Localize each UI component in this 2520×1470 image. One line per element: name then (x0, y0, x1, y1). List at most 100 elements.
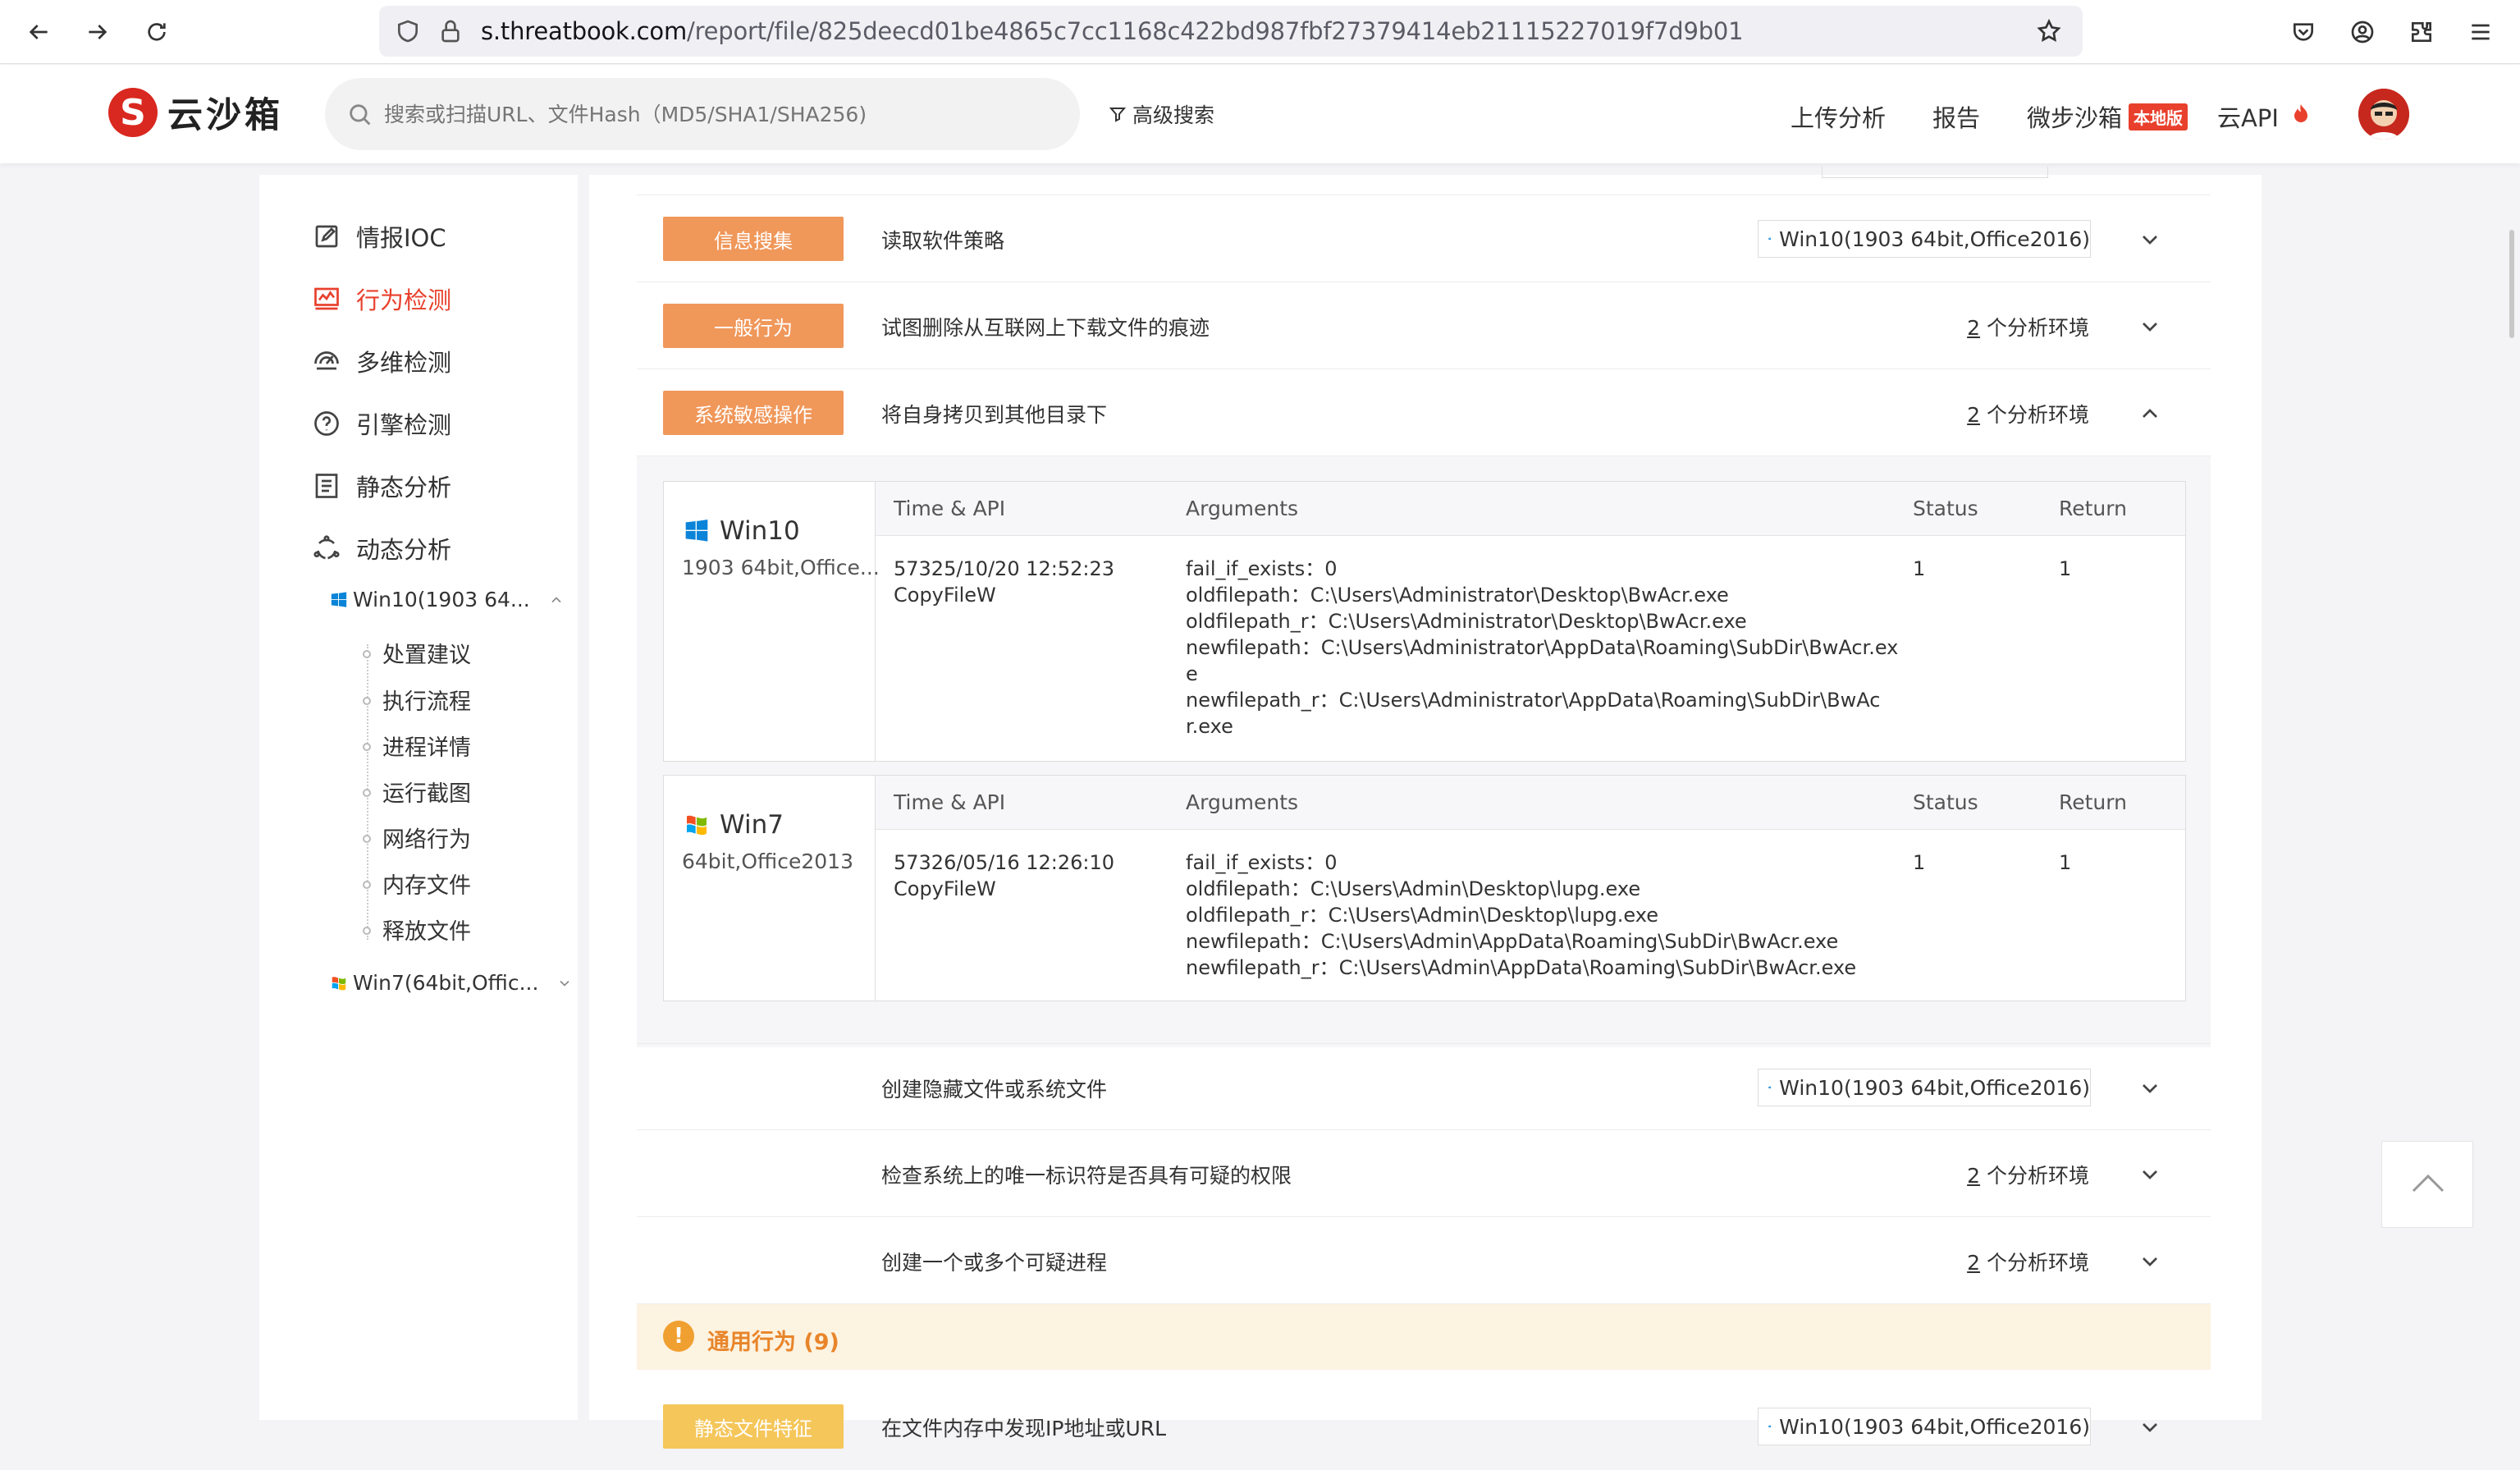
behavior-row[interactable]: 信息搜集 读取软件策略 Win10(1903 64bit,Office2016) (637, 195, 2211, 282)
env-badge: Win10(1903 64bit,Office2016) (1758, 1069, 2091, 1106)
sidebar-sub-network[interactable]: 网络行为 (382, 822, 471, 854)
env-count-suffix: 个分析环境 (1980, 1164, 2089, 1188)
category-tag: 静态文件特征 (663, 1404, 844, 1449)
behavior-row[interactable]: 检查系统上的唯一标识符是否具有可疑的权限 2 个分析环境 (637, 1130, 2211, 1217)
nav-api-label: 云API (2217, 104, 2279, 132)
chevron-down-icon[interactable] (2137, 227, 2163, 253)
tree-dot (363, 881, 371, 889)
chevron-down-icon[interactable] (2137, 1075, 2163, 1101)
header-return: Return (2059, 790, 2127, 814)
tree-dot (363, 927, 371, 935)
shield-icon[interactable] (391, 14, 425, 48)
os-version: 64bit,Office2013 (682, 849, 853, 873)
windows10-icon (685, 520, 708, 542)
tree-dot (363, 697, 371, 705)
env-count[interactable]: 2 个分析环境 (1967, 312, 2089, 341)
avatar[interactable] (2358, 89, 2409, 140)
sidebar-item-ioc[interactable]: 情报IOC (312, 219, 446, 254)
return-cell: 1 (2059, 557, 2072, 580)
sidebar-env-win10[interactable]: Win10(1903 64... (330, 588, 565, 611)
nav-upload[interactable]: 上传分析 (1791, 99, 1886, 134)
behavior-row[interactable]: 一般行为 试图删除从互联网上下载文件的痕迹 2 个分析环境 (637, 282, 2211, 369)
scrollbar[interactable] (2509, 230, 2514, 338)
url-text[interactable]: s.threatbook.com/report/file/825deecd01b… (481, 17, 1744, 45)
sidebar-item-static[interactable]: 静态分析 (312, 469, 451, 503)
windows10-icon (331, 591, 347, 607)
search-box[interactable] (325, 78, 1080, 150)
logo[interactable]: S 云沙箱 (108, 88, 283, 137)
windows7-icon (332, 976, 346, 990)
os-label: Win7 (720, 810, 784, 840)
sidebar-item-dynamic[interactable]: 动态分析 (312, 531, 451, 566)
back-icon[interactable] (21, 15, 56, 49)
sidebar-sub-screenshot[interactable]: 运行截图 (382, 776, 471, 808)
back-to-top-button[interactable] (2381, 1141, 2473, 1228)
env-badge: Win10(1903 64bit,Office2016) (1758, 1408, 2091, 1445)
sidebar: 情报IOC 行为检测 多维检测 引擎检测 静态分析 动态分析 Win10(190… (259, 175, 578, 1420)
sidebar-sub-dropped[interactable]: 释放文件 (382, 914, 471, 946)
sidebar-item-behavior[interactable]: 行为检测 (312, 282, 451, 316)
address-bar[interactable]: s.threatbook.com/report/file/825deecd01b… (379, 6, 2083, 57)
account-icon[interactable] (2345, 15, 2380, 49)
env-count[interactable]: 2 个分析环境 (1967, 399, 2089, 428)
sidebar-sub-advice[interactable]: 处置建议 (382, 637, 471, 669)
call-time: 57326/05/16 12:26:10 (894, 851, 1115, 874)
env-count[interactable]: 2 个分析环境 (1967, 1160, 2089, 1189)
arg-line: newfilepath_r：C:\Users\Administrator\App… (1186, 689, 1881, 712)
env-label: Win10(1903 64... (353, 588, 530, 611)
sidebar-item-multi[interactable]: 多维检测 (312, 344, 451, 378)
nav-api[interactable]: 云API (2217, 99, 2311, 134)
sidebar-item-engine[interactable]: 引擎检测 (312, 406, 451, 441)
arg-line: oldfilepath_r：C:\Users\Administrator\Des… (1186, 610, 1747, 633)
advanced-search-link[interactable]: 高级搜索 (1108, 99, 1214, 129)
behavior-text: 创建隐藏文件或系统文件 (881, 1078, 1108, 1101)
chevron-down-icon[interactable] (2137, 1248, 2163, 1275)
behavior-text: 将自身拷贝到其他目录下 (881, 403, 1108, 427)
chevron-up-icon[interactable] (2137, 401, 2163, 427)
question-circle-icon (314, 411, 339, 436)
nav-micro-label: 微步沙箱 (2027, 104, 2123, 132)
sidebar-env-win7[interactable]: Win7(64bit,Offic... (330, 971, 573, 995)
env-badge-label: Win10(1903 64bit,Office2016) (1779, 227, 2090, 251)
arg-line: oldfilepath：C:\Users\Admin\Desktop\lupg.… (1186, 877, 1641, 900)
section-header-general[interactable]: ! 通用行为 (9) (637, 1304, 2211, 1370)
behavior-row[interactable]: 创建一个或多个可疑进程 2 个分析环境 (637, 1217, 2211, 1304)
status-cell: 1 (1913, 557, 1926, 580)
chevron-down-icon (560, 980, 570, 987)
edit-icon (315, 225, 338, 248)
status-cell: 1 (1913, 851, 1926, 874)
env-count-num: 2 (1967, 1251, 1981, 1275)
pocket-icon[interactable] (2286, 15, 2321, 49)
search-input[interactable] (384, 96, 1057, 132)
menu-icon[interactable] (2463, 15, 2498, 49)
behavior-row[interactable]: 创建隐藏文件或系统文件 Win10(1903 64bit,Office2016) (637, 1043, 2211, 1130)
forward-icon[interactable] (80, 15, 115, 49)
main-content: 信息搜集 读取软件策略 Win10(1903 64bit,Office2016)… (589, 167, 2262, 1449)
env-badge-label: Win10(1903 64bit,Office2016) (1779, 1414, 2090, 1439)
category-tag: 信息搜集 (663, 217, 844, 261)
extensions-icon[interactable] (2404, 15, 2439, 49)
chevron-down-icon[interactable] (2137, 314, 2163, 340)
lock-icon[interactable] (433, 14, 468, 48)
nav-report[interactable]: 报告 (1932, 99, 1980, 134)
os-name: Win7 (684, 810, 784, 840)
sidebar-sub-memory[interactable]: 内存文件 (382, 868, 471, 900)
star-icon[interactable] (2032, 14, 2066, 48)
behavior-row[interactable]: 静态文件特征 在文件内存中发现IP地址或URL Win10(1903 64bit… (637, 1383, 2211, 1470)
env-count[interactable]: 2 个分析环境 (1967, 1247, 2089, 1276)
behavior-row[interactable]: 系统敏感操作 将自身拷贝到其他目录下 2 个分析环境 (637, 369, 2211, 456)
env-count-suffix: 个分析环境 (1980, 316, 2089, 340)
os-name: Win10 (684, 516, 800, 546)
search-icon (350, 104, 371, 126)
chevron-up-icon (2412, 1174, 2445, 1193)
env-badge: Win10(1903 64bit,Office2016) (1758, 220, 2091, 258)
chevron-down-icon[interactable] (2137, 1414, 2163, 1440)
windows10-icon (1768, 237, 1771, 240)
reload-icon[interactable] (139, 15, 174, 49)
local-badge: 本地版 (2129, 103, 2188, 131)
env-count-num: 2 (1967, 1164, 1981, 1188)
sidebar-sub-process[interactable]: 进程详情 (382, 730, 471, 762)
chevron-down-icon[interactable] (2137, 1161, 2163, 1188)
sidebar-sub-flow[interactable]: 执行流程 (382, 684, 471, 716)
nav-micro-sandbox[interactable]: 微步沙箱 本地版 (2027, 99, 2188, 134)
